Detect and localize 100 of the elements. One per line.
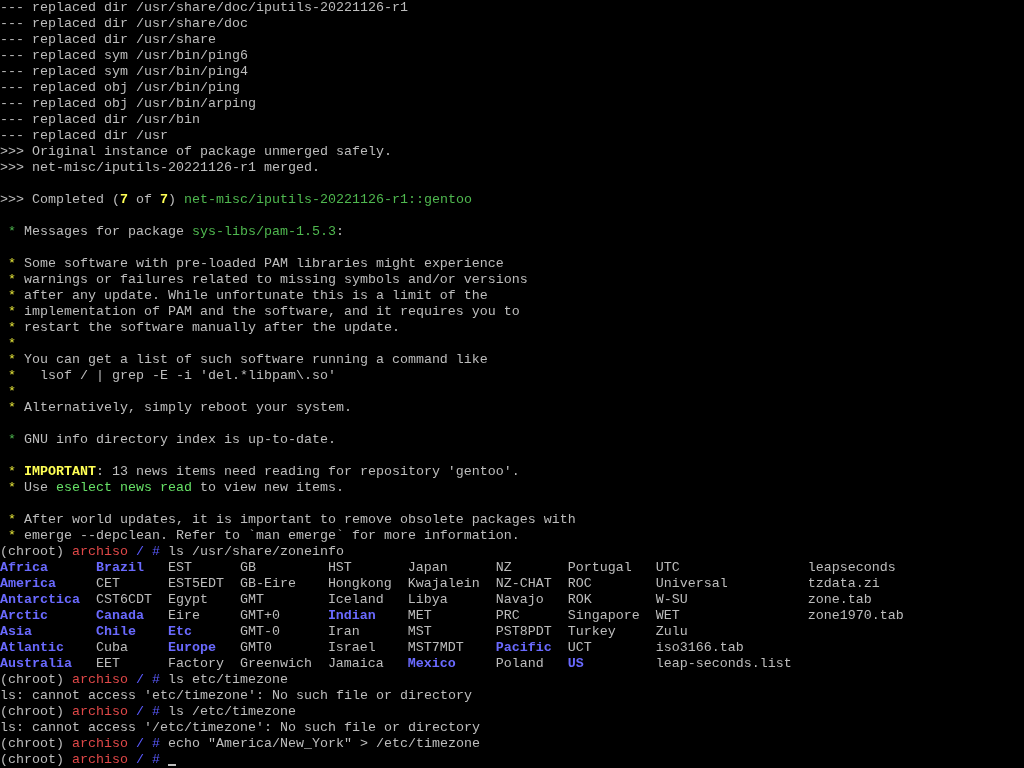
terminal-line: * GNU info directory index is up-to-date. xyxy=(7,432,336,448)
terminal-line: >>> Original instance of package unmerged safely. xyxy=(0,144,392,160)
file-name: W-SU xyxy=(655,592,688,608)
file-name: Libya xyxy=(407,592,448,608)
terminal-line: ls: cannot access '/etc/timezone': No such file or directory xyxy=(0,720,480,736)
directory-name: Pacific xyxy=(495,640,552,656)
prompt-line: (chroot) archiso / # xyxy=(0,752,176,768)
file-name: Universal xyxy=(655,576,728,592)
file-name: UCT xyxy=(567,640,592,656)
file-name: GB-Eire xyxy=(239,576,296,592)
directory-name: Brazil xyxy=(95,560,144,576)
file-name: GMT xyxy=(239,592,264,608)
file-name: CST6CDT xyxy=(95,592,152,608)
file-name: GMT+0 xyxy=(239,608,280,624)
prompt-line: (chroot) archiso / # ls /etc/timezone xyxy=(0,704,296,720)
directory-name: Mexico xyxy=(407,656,456,672)
terminal-line: * xyxy=(7,336,17,352)
file-name: Eire xyxy=(167,608,200,624)
directory-name: Atlantic xyxy=(0,640,64,656)
file-name: PST8PDT xyxy=(495,624,552,640)
file-name: NZ xyxy=(495,560,512,576)
prompt-line: (chroot) archiso / # ls etc/timezone xyxy=(0,672,288,688)
file-name: MST xyxy=(407,624,432,640)
directory-name: Australia xyxy=(0,656,72,672)
directory-name: Asia xyxy=(0,624,32,640)
directory-name: Canada xyxy=(95,608,144,624)
terminal-line: * You can get a list of such software running a command like xyxy=(7,352,488,368)
terminal-line: --- replaced dir /usr/share/doc/iputils-20221126-r1 xyxy=(0,0,408,16)
terminal-line: --- replaced dir /usr/bin xyxy=(0,112,200,128)
file-name: Egypt xyxy=(167,592,208,608)
file-name: Kwajalein xyxy=(407,576,480,592)
prompt-line: (chroot) archiso / # ls /usr/share/zoneinfo xyxy=(0,544,344,560)
file-name: Greenwich xyxy=(239,656,312,672)
file-name: GMT0 xyxy=(239,640,272,656)
directory-name: Africa xyxy=(0,560,48,576)
directory-name: US xyxy=(567,656,584,672)
terminal-line: --- replaced sym /usr/bin/ping6 xyxy=(0,48,248,64)
terminal-line: * Alternatively, simply reboot your system. xyxy=(7,400,352,416)
file-name: CET xyxy=(95,576,120,592)
terminal-line: --- replaced obj /usr/bin/ping xyxy=(0,80,240,96)
terminal-line: * Messages for package sys-libs/pam-1.5.3: xyxy=(7,224,344,240)
file-name: leap-seconds.list xyxy=(655,656,792,672)
terminal-line: * Some software with pre-loaded PAM libraries might experience xyxy=(7,256,504,272)
file-name: MST7MDT xyxy=(407,640,464,656)
file-name: Hongkong xyxy=(327,576,392,592)
terminal-line: * xyxy=(7,384,17,400)
terminal-line: * after any update. While unfortunate this is a limit of the xyxy=(7,288,488,304)
terminal-line: * emerge --depclean. Refer to `man emerge` for more information. xyxy=(7,528,520,544)
file-name: Navajo xyxy=(495,592,544,608)
file-name: PRC xyxy=(495,608,520,624)
file-name: leapseconds xyxy=(807,560,896,576)
file-name: ROC xyxy=(567,576,592,592)
directory-name: Arctic xyxy=(0,608,48,624)
terminal-line: --- replaced sym /usr/bin/ping4 xyxy=(0,64,248,80)
terminal-line: * restart the software manually after the update. xyxy=(7,320,400,336)
file-name: Japan xyxy=(407,560,448,576)
file-name: UTC xyxy=(655,560,680,576)
terminal-line: --- replaced obj /usr/bin/arping xyxy=(0,96,256,112)
prompt-line: (chroot) archiso / # echo "America/New_York" > /etc/timezone xyxy=(0,736,480,752)
file-name: Israel xyxy=(327,640,376,656)
file-name: Iran xyxy=(327,624,360,640)
file-name: Iceland xyxy=(327,592,384,608)
terminal-line: * lsof / | grep -E -i 'del.*libpam\.so' xyxy=(7,368,336,384)
terminal-line: --- replaced dir /usr/share/doc xyxy=(0,16,248,32)
file-name: HST xyxy=(327,560,352,576)
file-name: Cuba xyxy=(95,640,128,656)
terminal-line: * After world updates, it is important to remove obsolete packages with xyxy=(7,512,576,528)
file-name: iso3166.tab xyxy=(655,640,744,656)
directory-name: Antarctica xyxy=(0,592,80,608)
file-name: zone.tab xyxy=(807,592,872,608)
file-name: EST5EDT xyxy=(167,576,224,592)
file-name: Poland xyxy=(495,656,544,672)
file-name: tzdata.zi xyxy=(807,576,880,592)
terminal-line: * warnings or failures related to missing symbols and/or versions xyxy=(7,272,528,288)
file-name: Turkey xyxy=(567,624,616,640)
directory-name: Indian xyxy=(327,608,376,624)
terminal-line: * IMPORTANT: 13 news items need reading for repository 'gentoo'. xyxy=(7,464,520,480)
directory-name: Chile xyxy=(95,624,136,640)
file-name: ROK xyxy=(567,592,592,608)
terminal-line: >>> Completed (7 of 7) net-misc/iputils-20221126-r1::gentoo xyxy=(0,192,472,208)
file-name: WET xyxy=(655,608,680,624)
file-name: Jamaica xyxy=(327,656,384,672)
file-name: GMT-0 xyxy=(239,624,280,640)
file-name: Portugal xyxy=(567,560,632,576)
file-name: Factory xyxy=(167,656,224,672)
terminal-line: ls: cannot access 'etc/timezone': No such file or directory xyxy=(0,688,472,704)
directory-name: Europe xyxy=(167,640,216,656)
terminal-line: * implementation of PAM and the software, and it requires you to xyxy=(7,304,520,320)
file-name: GB xyxy=(239,560,256,576)
file-name: NZ-CHAT xyxy=(495,576,552,592)
terminal-line: >>> net-misc/iputils-20221126-r1 merged. xyxy=(0,160,320,176)
terminal-line: --- replaced dir /usr/share xyxy=(0,32,216,48)
file-name: EST xyxy=(167,560,192,576)
file-name: EET xyxy=(95,656,120,672)
file-name: zone1970.tab xyxy=(807,608,904,624)
directory-name: Etc xyxy=(167,624,192,640)
terminal-line: * Use eselect news read to view new items. xyxy=(7,480,344,496)
file-name: MET xyxy=(407,608,432,624)
file-name: Singapore xyxy=(567,608,640,624)
directory-name: America xyxy=(0,576,56,592)
